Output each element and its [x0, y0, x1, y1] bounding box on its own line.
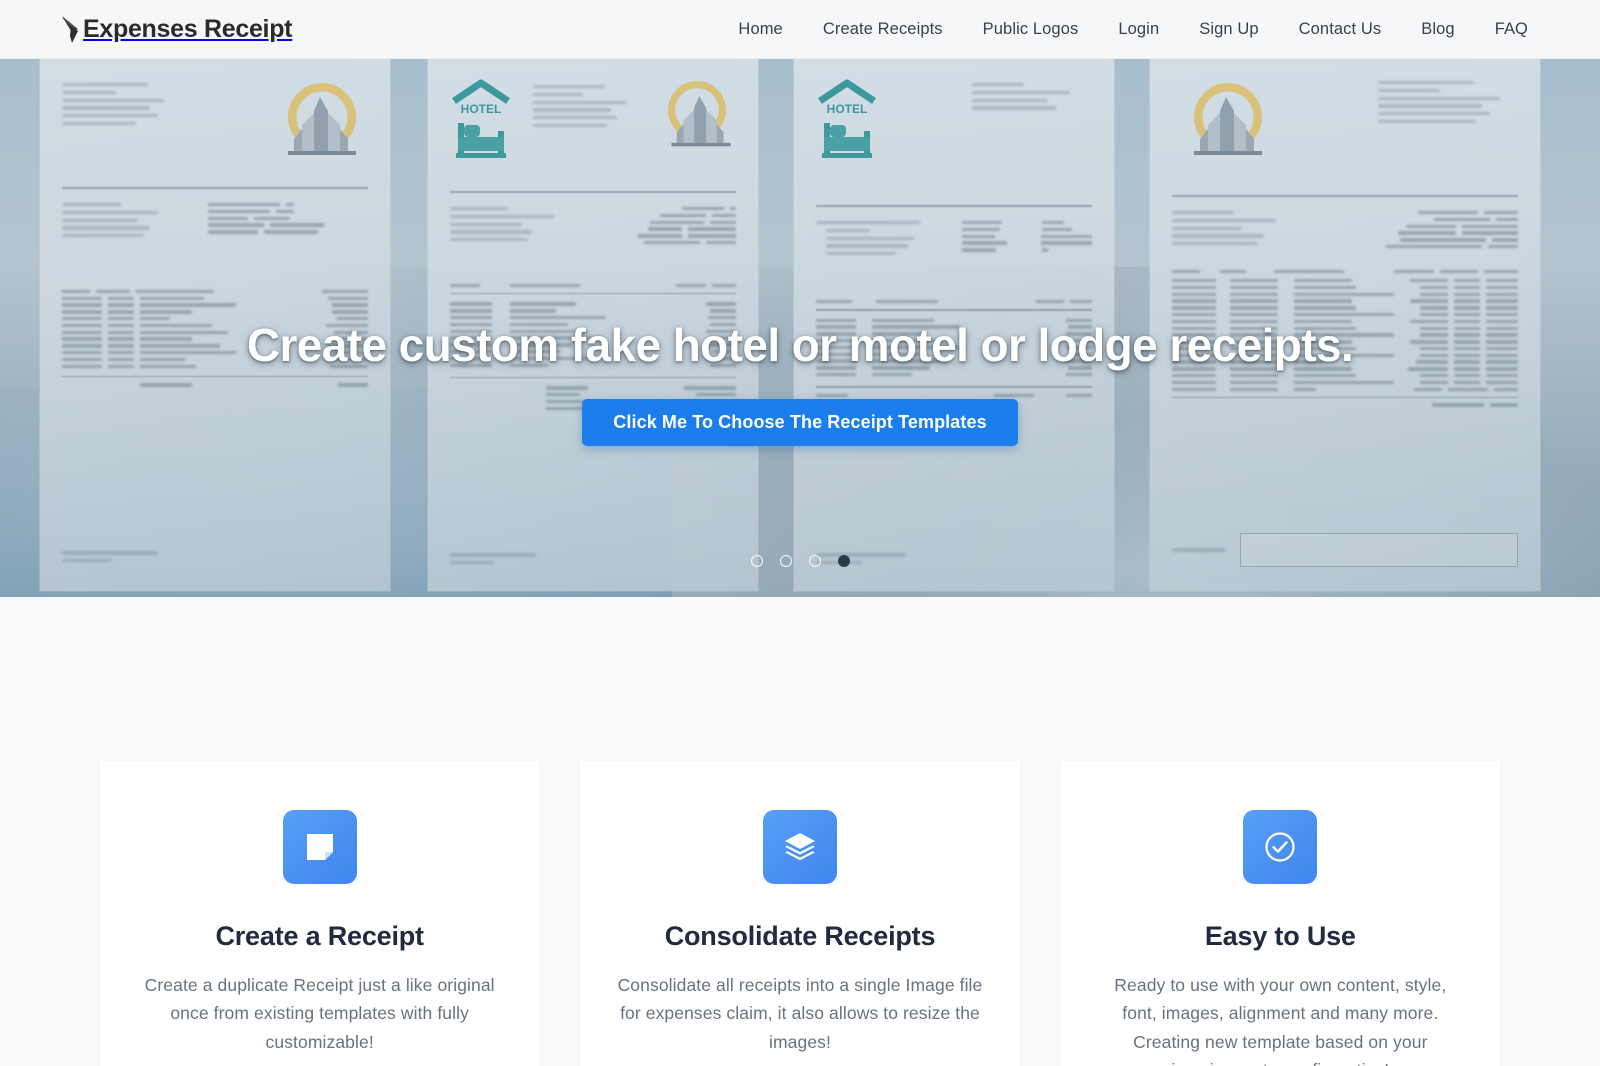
- brand-logo[interactable]: Expenses Receipt: [58, 12, 293, 46]
- hero-title: Create custom fake hotel or motel or lod…: [246, 319, 1354, 371]
- svg-text:HOTEL: HOTEL: [827, 102, 868, 116]
- feature-create-a-receipt: Create a Receipt Create a duplicate Rece…: [100, 761, 540, 1066]
- carousel-pagination: [0, 555, 1600, 567]
- carousel-dot-1[interactable]: [750, 555, 763, 567]
- nav-public-logos[interactable]: Public Logos: [963, 12, 1099, 47]
- feature-text: Consolidate all receipts into a single I…: [617, 975, 983, 1052]
- svg-text:HOTEL: HOTEL: [461, 102, 502, 116]
- check-circle-icon: [1243, 810, 1318, 884]
- feature-consolidate-receipts: Consolidate Receipts Consolidate all rec…: [580, 761, 1020, 1066]
- hotel-building-sun-icon: [276, 79, 368, 171]
- features-section: Create a Receipt Create a duplicate Rece…: [0, 597, 1600, 1066]
- nav-blog[interactable]: Blog: [1401, 12, 1474, 47]
- hero-content: Create custom fake hotel or motel or lod…: [0, 319, 1600, 447]
- nav-home[interactable]: Home: [718, 12, 802, 47]
- main-navigation: Home Create Receipts Public Logos Login …: [718, 12, 1548, 47]
- feature-easy-to-use: Easy to Use Ready to use with your own c…: [1060, 761, 1500, 1066]
- nav-create-receipts[interactable]: Create Receipts: [803, 12, 963, 47]
- choose-receipt-templates-button[interactable]: Click Me To Choose The Receipt Templates: [582, 399, 1018, 447]
- hotel-bed-sign-icon: HOTEL: [816, 79, 882, 165]
- hotel-building-sun-icon: [1182, 79, 1274, 171]
- carousel-dot-4[interactable]: [837, 555, 850, 567]
- feature-title: Easy to Use: [1204, 921, 1356, 951]
- carousel-dot-2[interactable]: [779, 555, 792, 567]
- features-row: Create a Receipt Create a duplicate Rece…: [100, 761, 1500, 1066]
- feature-text: Create a duplicate Receipt just a like o…: [144, 975, 495, 1052]
- feature-title: Create a Receipt: [215, 921, 424, 951]
- nav-faq[interactable]: FAQ: [1475, 12, 1548, 47]
- site-header: Expenses Receipt Home Create Receipts Pu…: [0, 0, 1600, 59]
- hotel-building-sun-icon: [660, 79, 736, 155]
- sticky-note-icon: [282, 810, 357, 884]
- hotel-bed-sign-icon: HOTEL: [450, 79, 516, 165]
- nav-sign-up[interactable]: Sign Up: [1179, 12, 1278, 47]
- feature-text: Ready to use with your own content, styl…: [1114, 975, 1447, 1066]
- brand-name: Expenses Receipt: [83, 14, 293, 43]
- arrow-receipt-logo-icon: [58, 12, 84, 46]
- nav-contact-us[interactable]: Contact Us: [1279, 12, 1402, 47]
- layers-icon: [762, 810, 837, 884]
- nav-login[interactable]: Login: [1098, 12, 1179, 47]
- carousel-dot-3[interactable]: [808, 555, 821, 567]
- hero-carousel: HOTEL HOTEL Create custom fake hotel or …: [0, 59, 1600, 597]
- feature-title: Consolidate Receipts: [664, 921, 936, 951]
